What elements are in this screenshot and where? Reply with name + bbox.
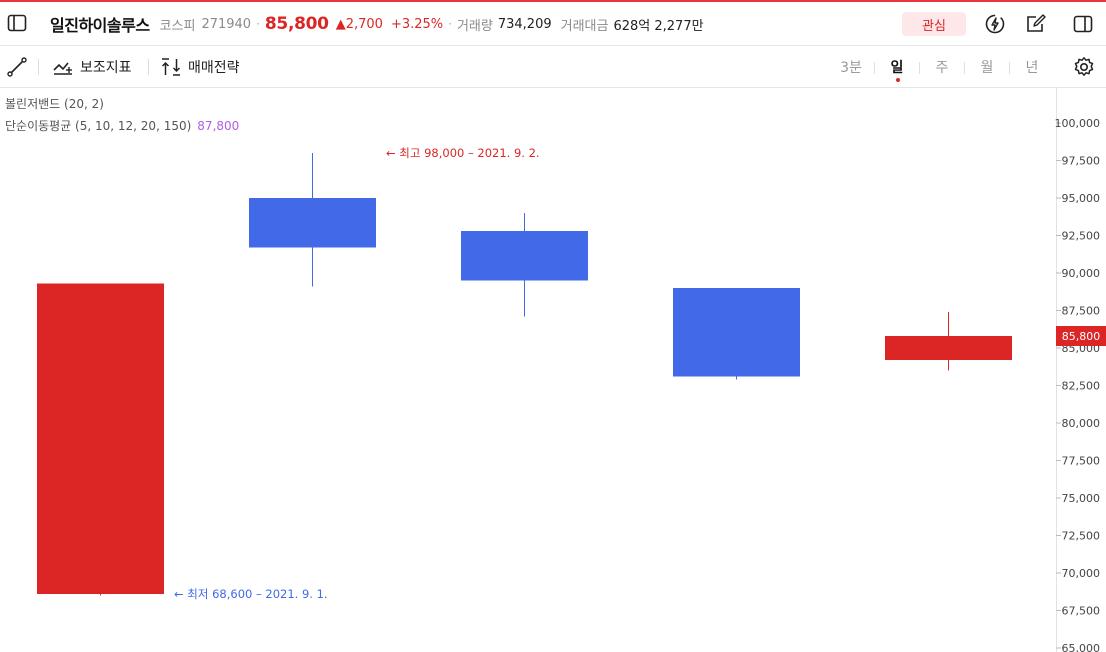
period-divider <box>874 62 875 74</box>
indicator-button[interactable]: 보조지표 <box>52 47 132 87</box>
y-tick-label: 72,500 <box>1062 530 1101 543</box>
edit-icon[interactable] <box>1025 13 1047 35</box>
indicator-icon <box>52 56 74 78</box>
period-3min[interactable]: 3분 <box>836 57 866 77</box>
separator-dot: · <box>448 17 452 31</box>
settings-gear-icon[interactable] <box>1073 47 1095 87</box>
stock-name[interactable]: 일진하이솔루스 <box>50 12 150 36</box>
separator-dot: · <box>256 17 260 31</box>
current-price: 85,800 <box>264 14 329 34</box>
y-tick-label: 92,500 <box>1062 230 1101 243</box>
y-tick-label: 90,000 <box>1062 267 1101 280</box>
stock-header: 일진하이솔루스 코스피 271940 · 85,800 ▲2,700 +3.25… <box>0 2 1106 46</box>
candle-body <box>37 283 164 594</box>
amount-label: 거래대금 <box>560 18 609 34</box>
candle-body <box>461 231 588 281</box>
y-tick-label: 80,000 <box>1062 417 1101 430</box>
y-tick-label: 97,500 <box>1062 155 1101 168</box>
buy-sell-icon <box>160 56 182 78</box>
favorite-button[interactable]: 관심 <box>902 12 966 36</box>
y-tick-label: 87,500 <box>1062 305 1101 318</box>
price-change: ▲2,700 <box>335 16 383 32</box>
period-month[interactable]: 월 <box>972 57 1002 77</box>
price-change-pct: +3.25% <box>390 16 444 32</box>
period-divider <box>1009 62 1010 74</box>
low-annotation: ← 최저 68,600 – 2021. 9. 1. <box>174 587 328 601</box>
period-divider <box>964 62 965 74</box>
chart-toolbar: 보조지표 매매전략 3분 일 주 월 년 <box>0 47 1106 88</box>
active-period-dot <box>896 78 900 82</box>
toolbar-divider <box>148 59 149 75</box>
strategy-button[interactable]: 매매전략 <box>160 47 240 87</box>
indicator-label: 보조지표 <box>80 60 132 76</box>
amount-value: 628억 2,277만 <box>613 18 704 34</box>
y-tick-label: 75,000 <box>1062 492 1101 505</box>
draw-line-icon[interactable] <box>6 47 28 87</box>
candle-body <box>673 288 800 377</box>
market-label: 코스피 <box>159 18 196 34</box>
period-week[interactable]: 주 <box>927 57 957 77</box>
sidebar-toggle-icon[interactable] <box>6 12 28 34</box>
panel-toggle-icon[interactable] <box>1072 13 1094 35</box>
volume-label: 거래량 <box>456 18 493 34</box>
toolbar-divider <box>38 59 39 75</box>
period-day[interactable]: 일 <box>882 57 912 77</box>
volume-value: 734,209 <box>497 16 552 32</box>
y-tick-label: 65,000 <box>1062 642 1101 652</box>
strategy-label: 매매전략 <box>188 60 240 76</box>
y-tick-label: 82,500 <box>1062 380 1101 393</box>
y-tick-label: 77,500 <box>1062 455 1101 468</box>
lightning-icon[interactable] <box>984 13 1006 35</box>
y-tick-label: 70,000 <box>1062 567 1101 580</box>
current-price-label: 85,800 <box>1062 330 1101 343</box>
period-year[interactable]: 년 <box>1017 57 1047 77</box>
high-annotation: ← 최고 98,000 – 2021. 9. 2. <box>386 146 540 160</box>
candlestick-chart[interactable]: 65,000 67,500 70,000 72,500 75,000 77,500 80,0… <box>0 88 1106 652</box>
period-divider <box>919 62 920 74</box>
candle-body <box>885 336 1012 360</box>
stock-title-row: 일진하이솔루스 코스피 271940 · 85,800 ▲2,700 +3.25… <box>50 2 704 46</box>
stock-code: 271940 <box>201 16 252 32</box>
y-tick-label: 100,000 <box>1055 117 1101 130</box>
y-tick-label: 95,000 <box>1062 192 1101 205</box>
y-tick-label: 67,500 <box>1062 605 1101 618</box>
candle-body <box>249 198 376 248</box>
